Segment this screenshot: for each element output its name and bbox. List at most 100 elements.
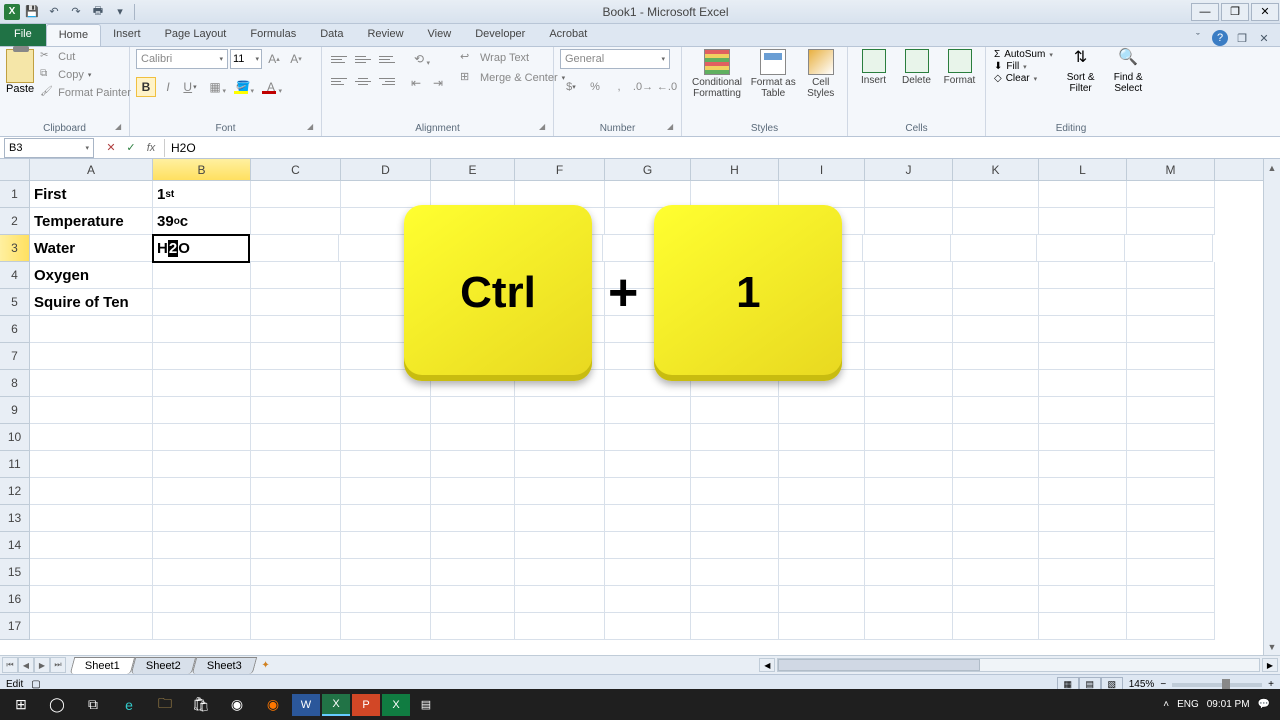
cell[interactable] — [1127, 208, 1215, 235]
cell[interactable] — [953, 478, 1039, 505]
fill-button[interactable]: ⬇Fill▾ — [992, 61, 1055, 72]
cell[interactable] — [779, 505, 865, 532]
column-header[interactable]: H — [691, 159, 779, 180]
print-icon[interactable]: 🖶 — [88, 3, 108, 21]
cell[interactable] — [30, 397, 153, 424]
number-format-combo[interactable]: General▾ — [560, 49, 670, 69]
qat-more-icon[interactable]: ▾ — [110, 3, 130, 21]
cell[interactable] — [1039, 289, 1127, 316]
scroll-left-arrow[interactable]: ◀ — [759, 658, 775, 672]
cell[interactable] — [251, 208, 341, 235]
cell[interactable] — [1127, 478, 1215, 505]
cell[interactable] — [691, 181, 779, 208]
cell[interactable] — [953, 316, 1039, 343]
tab-review[interactable]: Review — [355, 24, 415, 46]
cell[interactable] — [953, 370, 1039, 397]
cell[interactable] — [605, 532, 691, 559]
language-indicator[interactable]: ENG — [1177, 699, 1199, 710]
tray-chevron-icon[interactable]: ˄ — [1163, 699, 1169, 710]
align-left-button[interactable] — [328, 71, 350, 91]
cell[interactable] — [341, 451, 431, 478]
cell[interactable] — [431, 532, 515, 559]
clear-button[interactable]: ◇Clear▾ — [992, 73, 1055, 84]
tab-insert[interactable]: Insert — [101, 24, 153, 46]
workbook-close-icon[interactable]: ✕ — [1256, 30, 1272, 46]
row-header[interactable]: 10 — [0, 424, 29, 451]
cell[interactable] — [865, 316, 953, 343]
cell[interactable] — [1039, 262, 1127, 289]
scroll-down-arrow[interactable]: ▼ — [1264, 638, 1280, 655]
delete-cells-button[interactable]: Delete — [897, 49, 936, 86]
increase-decimal-button[interactable]: .0→ — [632, 77, 654, 97]
cell[interactable] — [865, 424, 953, 451]
cell[interactable] — [1127, 586, 1215, 613]
cell[interactable] — [1127, 559, 1215, 586]
row-header[interactable]: 7 — [0, 343, 29, 370]
cell[interactable] — [1039, 316, 1127, 343]
increase-indent-button[interactable]: ⇥ — [428, 73, 448, 93]
cell[interactable] — [865, 181, 953, 208]
align-middle-button[interactable] — [352, 49, 374, 69]
cell[interactable] — [1039, 343, 1127, 370]
cell[interactable] — [431, 451, 515, 478]
column-header[interactable]: J — [865, 159, 953, 180]
cell[interactable] — [1039, 559, 1127, 586]
cell[interactable] — [251, 289, 341, 316]
cell[interactable] — [431, 397, 515, 424]
fx-button[interactable]: fx — [142, 139, 160, 157]
cell[interactable] — [779, 559, 865, 586]
cell[interactable] — [865, 370, 953, 397]
cell[interactable] — [153, 532, 251, 559]
column-header[interactable]: C — [251, 159, 341, 180]
save-icon[interactable]: 💾 — [22, 3, 42, 21]
cell[interactable] — [605, 559, 691, 586]
cell[interactable] — [605, 505, 691, 532]
row-header[interactable]: 14 — [0, 532, 29, 559]
cell[interactable] — [341, 586, 431, 613]
sheet-tab[interactable]: Sheet3 — [191, 657, 256, 674]
cell[interactable] — [153, 289, 251, 316]
scroll-right-arrow[interactable]: ▶ — [1262, 658, 1278, 672]
cell[interactable] — [1039, 181, 1127, 208]
row-header[interactable]: 16 — [0, 586, 29, 613]
format-as-table-button[interactable]: Format as Table — [750, 49, 796, 99]
cell[interactable] — [953, 343, 1039, 370]
cell[interactable] — [1127, 397, 1215, 424]
cell[interactable] — [953, 505, 1039, 532]
cell[interactable] — [251, 451, 341, 478]
cell[interactable]: H2O — [152, 234, 250, 263]
cell[interactable]: Water — [30, 235, 153, 262]
search-icon[interactable]: ◯ — [40, 691, 74, 718]
cell[interactable]: 1st — [153, 181, 251, 208]
row-header[interactable]: 9 — [0, 397, 29, 424]
cell[interactable] — [153, 613, 251, 640]
cell[interactable] — [30, 586, 153, 613]
edge-icon[interactable]: e — [112, 691, 146, 718]
column-header[interactable]: B — [153, 159, 251, 180]
cell[interactable] — [1039, 532, 1127, 559]
cell[interactable] — [1127, 343, 1215, 370]
cell[interactable] — [953, 181, 1039, 208]
font-launcher[interactable]: ◢ — [307, 122, 319, 134]
cell[interactable] — [779, 478, 865, 505]
cell[interactable] — [1127, 613, 1215, 640]
cell[interactable] — [341, 532, 431, 559]
align-right-button[interactable] — [376, 71, 398, 91]
minimize-button[interactable]: — — [1191, 3, 1219, 21]
close-button[interactable]: ✕ — [1251, 3, 1279, 21]
cell[interactable] — [431, 505, 515, 532]
cell[interactable] — [865, 262, 953, 289]
cell[interactable] — [779, 586, 865, 613]
wrap-text-button[interactable]: ↩Wrap Text — [458, 49, 567, 67]
cell[interactable] — [341, 559, 431, 586]
cell[interactable] — [251, 532, 341, 559]
currency-button[interactable]: $▾ — [560, 77, 582, 97]
font-color-button[interactable]: A — [258, 77, 284, 97]
tab-next-button[interactable]: ▶ — [34, 657, 50, 673]
column-header[interactable]: L — [1039, 159, 1127, 180]
cell[interactable] — [249, 235, 339, 262]
align-top-button[interactable] — [328, 49, 350, 69]
cell[interactable] — [865, 505, 953, 532]
cell[interactable] — [515, 613, 605, 640]
cell[interactable] — [605, 397, 691, 424]
